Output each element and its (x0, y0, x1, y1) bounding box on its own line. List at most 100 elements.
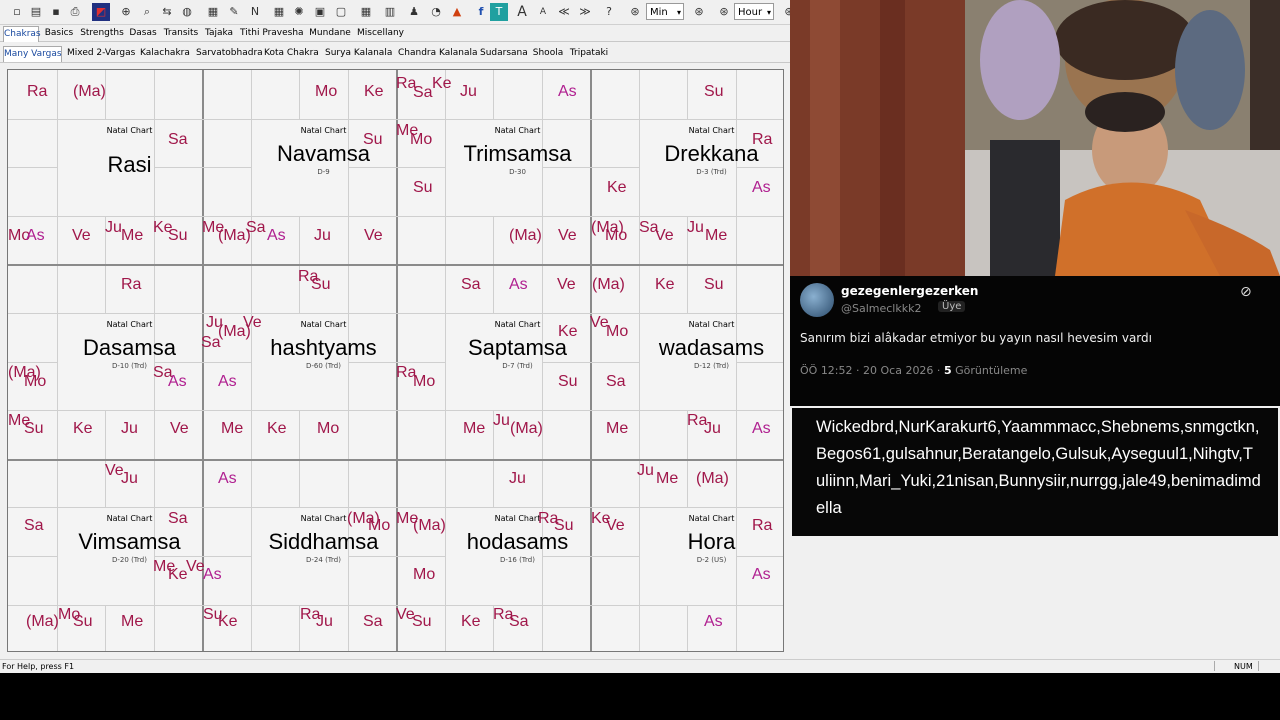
planet-glyph: Mo (368, 517, 391, 534)
search-icon[interactable]: ⌕ (138, 3, 156, 21)
planet-glyph: Mo (413, 373, 436, 390)
sp-icon[interactable]: ▦ (204, 3, 222, 21)
planet-glyph: (Ma) (509, 227, 542, 244)
ring-icon[interactable]: ⊛ (626, 3, 644, 21)
people-icon[interactable]: ♟ (405, 3, 423, 21)
tab-tithi-pravesha[interactable]: Tithi Pravesha (240, 26, 304, 41)
sd-icon[interactable]: ▣ (311, 3, 329, 21)
toolbar: ▫ ▤ ▪ ⎙ ◩ ⊕ ⌕ ⇆ ◍ ▦ ✎ N ▦ ✺ ▣ ▢ ▦ ▥ ♟ ◔ ▲ f T A A ≪ ≫? ⊛ ⊛ ⊛ ⊛ Min ▾ Hour… (0, 0, 794, 25)
planet-glyph: As (218, 373, 237, 390)
tab-miscellany[interactable]: Miscellany (357, 26, 404, 41)
open-file-icon[interactable]: ▤ (27, 3, 45, 21)
sub-tabs: Many Vargas Mixed 2-Vargas Kalachakra Sarva… (0, 46, 790, 63)
back-icon[interactable]: ≪ (555, 3, 573, 21)
sun-icon[interactable]: ✺ (290, 3, 308, 21)
planet-glyph: (Ma) (510, 420, 543, 437)
tab-dasas[interactable]: Dasas (127, 26, 159, 41)
planet-glyph: Ju (105, 219, 122, 236)
tweet-views-label: Görüntüleme (955, 364, 1028, 377)
step-unit-select-hour[interactable]: Hour ▾ (734, 3, 774, 20)
chart-title: Rasi (107, 151, 152, 177)
n-icon[interactable]: N (246, 3, 264, 21)
zoom-icon[interactable]: ⊕ (117, 3, 135, 21)
planet-glyph: Ke (267, 420, 287, 437)
chart-label: Natal Chart (300, 320, 347, 329)
planet-glyph: Mo (24, 373, 47, 390)
planet-glyph: Ra (27, 83, 48, 100)
planet-glyph: As (752, 420, 771, 437)
grid-hline (8, 264, 783, 267)
status-help-text: For Help, press F1 (2, 662, 75, 671)
planet-glyph: Ra (752, 131, 773, 148)
planet-glyph: Ju (687, 219, 704, 236)
tab-basics[interactable]: Basics (40, 26, 78, 41)
t-icon[interactable]: T (490, 3, 508, 21)
subtab-sarvatobhadra[interactable]: Sarvatobhadra (196, 46, 263, 61)
tweet-time: ÖÖ 12:52 · 20 Oca 2026 · (800, 364, 941, 377)
planet-glyph: Su (704, 276, 724, 293)
planet-glyph: Ve (243, 314, 262, 331)
grid-icon[interactable]: ▦ (270, 3, 288, 21)
subtab-many-vargas[interactable]: Many Vargas (3, 46, 62, 62)
subtab-sudarsana[interactable]: Sudarsana (480, 46, 528, 61)
planet-glyph: Ve (170, 420, 189, 437)
planet-glyph: Ke (218, 613, 238, 630)
facebook-icon[interactable]: f (472, 3, 490, 21)
tab-chakras[interactable]: Chakras (3, 26, 41, 42)
grid-hline (8, 410, 783, 412)
planet-glyph: As (752, 566, 771, 583)
table-icon[interactable]: ▦ (357, 3, 375, 21)
varga-charts-grid: Natal Chart Rasi Natal Chart Navamsa D-9 Nata… (7, 69, 784, 652)
edit-icon[interactable]: ✎ (225, 3, 243, 21)
subtab-kota-chakra[interactable]: Kota Chakra (264, 46, 319, 61)
planet-glyph: Ju (637, 462, 654, 479)
subtab-shoola[interactable]: Shoola (531, 46, 565, 61)
save-icon[interactable]: ▪ (47, 3, 65, 21)
planet-glyph: Ke (168, 566, 188, 583)
subtab-mixed-2-vargas[interactable]: Mixed 2-Vargas (67, 46, 135, 61)
tab-transits[interactable]: Transits (162, 26, 200, 41)
ring2-icon[interactable]: ⊛ (690, 3, 708, 21)
tweet-author-name: gezegenlergezerken (841, 284, 979, 298)
background-area (790, 538, 1280, 659)
chart-title: hashtyams (270, 335, 377, 360)
font-small-icon[interactable]: A (534, 3, 552, 21)
planet-glyph: Ve (364, 227, 383, 244)
tab-tajaka[interactable]: Tajaka (202, 26, 236, 41)
subtab-tripataki[interactable]: Tripataki (569, 46, 609, 61)
status-divider-2 (1258, 661, 1259, 671)
book-icon[interactable]: ▥ (381, 3, 399, 21)
box-icon[interactable]: ▢ (332, 3, 350, 21)
planet-glyph: Su (412, 613, 432, 630)
pie-icon[interactable]: ◔ (427, 3, 445, 21)
forward-icon[interactable]: ≫ (576, 3, 594, 21)
ring3-icon[interactable]: ⊛ (715, 3, 733, 21)
info-icon[interactable]: ? (600, 3, 618, 21)
status-bar: For Help, press F1 NUM (0, 659, 1280, 673)
tab-mundane[interactable]: Mundane (305, 26, 355, 41)
grok-icon[interactable]: ⊘ (1240, 284, 1252, 300)
planet-glyph: Ju (704, 420, 721, 437)
planet-glyph: (Ma) (413, 517, 446, 534)
planet-glyph: Ju (121, 470, 138, 487)
print-icon[interactable]: ⎙ (66, 3, 84, 21)
planet-glyph: Me (121, 613, 144, 630)
subtab-chandra-kalanala[interactable]: Chandra Kalanala (398, 46, 478, 61)
tab-strengths[interactable]: Strengths (80, 26, 124, 41)
planet-glyph: (Ma) (696, 470, 729, 487)
planet-glyph: Ve (72, 227, 91, 244)
planet-glyph: Mo (317, 420, 340, 437)
font-large-icon[interactable]: A (513, 3, 531, 21)
globe-icon[interactable]: ◍ (178, 3, 196, 21)
planet-glyph: Mo (315, 83, 338, 100)
planet-glyph: As (218, 470, 237, 487)
fire-icon[interactable]: ▲ (448, 3, 466, 21)
chart-label: Natal Chart (494, 125, 541, 135)
step-unit-select-min[interactable]: Min ▾ (646, 3, 684, 20)
transform-icon[interactable]: ⇆ (158, 3, 176, 21)
chart-icon[interactable]: ◩ (92, 3, 110, 21)
subtab-kalachakra[interactable]: Kalachakra (140, 46, 190, 61)
new-file-icon[interactable]: ▫ (8, 3, 26, 21)
planet-glyph: (Ma) (73, 83, 106, 100)
subtab-surya-kalanala[interactable]: Surya Kalanala (325, 46, 392, 61)
